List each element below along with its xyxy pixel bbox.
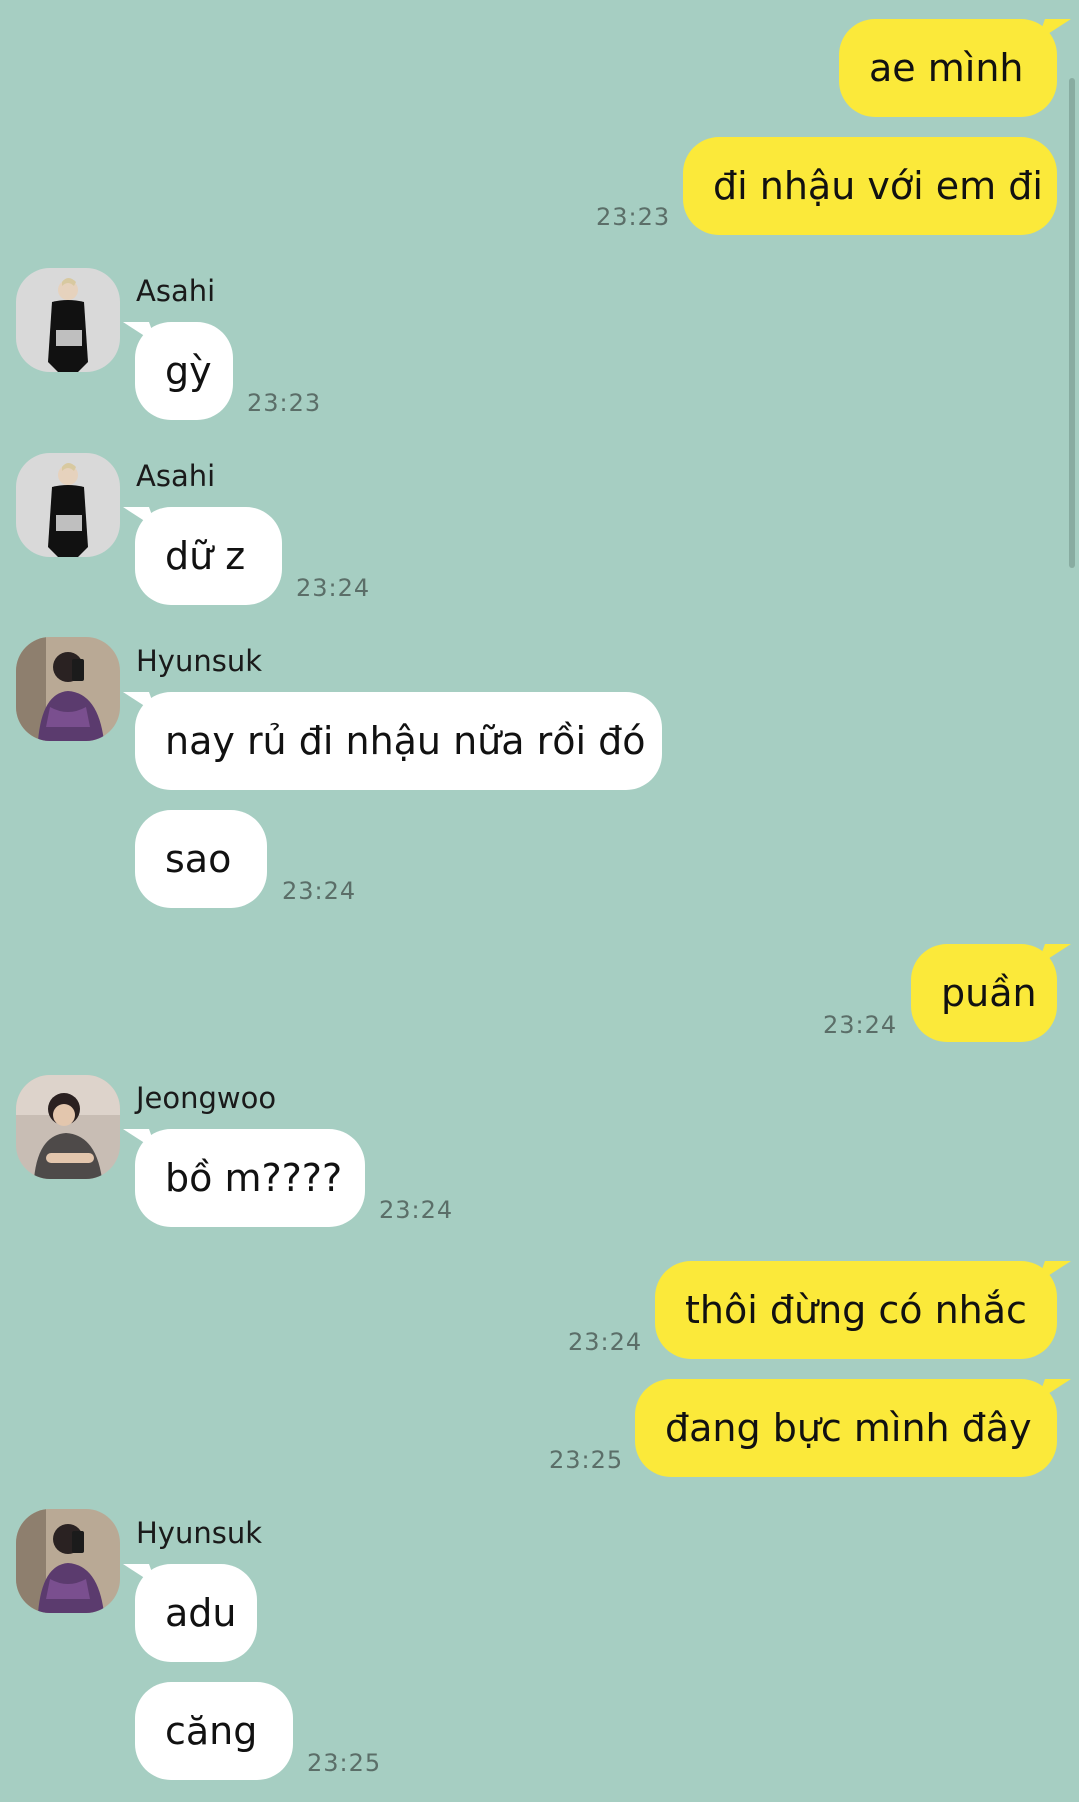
message-text: dữ z <box>165 534 246 578</box>
message-bubble-incoming[interactable]: căng <box>135 1682 293 1780</box>
message-bubble-incoming[interactable]: gỳ <box>135 322 233 420</box>
message-bubble-incoming[interactable]: bồ m???? <box>135 1129 365 1227</box>
message-text: ae mình <box>869 46 1024 90</box>
message-timestamp: 23:24 <box>823 1011 898 1039</box>
message-bubble-incoming[interactable]: dữ z <box>135 507 282 605</box>
message-timestamp: 23:25 <box>549 1446 624 1474</box>
message-timestamp: 23:25 <box>307 1749 382 1777</box>
message-bubble-outgoing[interactable]: ae mình <box>839 19 1057 117</box>
avatar-asahi[interactable] <box>16 268 120 372</box>
message-bubble-incoming[interactable]: nay rủ đi nhậu nữa rồi đó <box>135 692 662 790</box>
message-text: căng <box>165 1709 258 1753</box>
message-text: đang bực mình đây <box>665 1406 1032 1450</box>
sender-name: Asahi <box>136 274 216 308</box>
message-timestamp: 23:24 <box>296 574 371 602</box>
avatar-jeongwoo[interactable] <box>16 1075 120 1179</box>
message-text: thôi đừng có nhắc <box>685 1288 1027 1332</box>
avatar-image <box>16 1509 120 1613</box>
avatar-hyunsuk[interactable] <box>16 1509 120 1613</box>
chat-area[interactable]: ae mình đi nhậu với em đi 23:23 Asahi gỳ… <box>0 0 1079 1802</box>
sender-name: Asahi <box>136 459 216 493</box>
message-text: đi nhậu với em đi <box>713 164 1043 208</box>
message-timestamp: 23:23 <box>596 203 671 231</box>
avatar-image <box>16 1075 120 1179</box>
avatar-asahi[interactable] <box>16 453 120 557</box>
message-bubble-outgoing[interactable]: thôi đừng có nhắc <box>655 1261 1057 1359</box>
avatar-hyunsuk[interactable] <box>16 637 120 741</box>
sender-name: Hyunsuk <box>136 1516 263 1550</box>
message-bubble-outgoing[interactable]: đi nhậu với em đi <box>683 137 1057 235</box>
message-bubble-outgoing[interactable]: puần <box>911 944 1057 1042</box>
scrollbar[interactable] <box>1069 78 1075 568</box>
message-text: bồ m???? <box>165 1156 343 1200</box>
sender-name: Hyunsuk <box>136 644 263 678</box>
message-text: gỳ <box>165 349 212 393</box>
message-bubble-incoming[interactable]: sao <box>135 810 267 908</box>
message-timestamp: 23:23 <box>247 389 322 417</box>
message-text: puần <box>941 971 1037 1015</box>
message-text: adu <box>165 1591 237 1635</box>
message-text: nay rủ đi nhậu nữa rồi đó <box>165 719 646 763</box>
message-bubble-incoming[interactable]: adu <box>135 1564 257 1662</box>
message-bubble-outgoing[interactable]: đang bực mình đây <box>635 1379 1057 1477</box>
message-timestamp: 23:24 <box>282 877 357 905</box>
avatar-image <box>16 268 120 372</box>
message-timestamp: 23:24 <box>568 1328 643 1356</box>
avatar-image <box>16 453 120 557</box>
avatar-image <box>16 637 120 741</box>
message-timestamp: 23:24 <box>379 1196 454 1224</box>
message-text: sao <box>165 837 232 881</box>
sender-name: Jeongwoo <box>136 1081 277 1115</box>
